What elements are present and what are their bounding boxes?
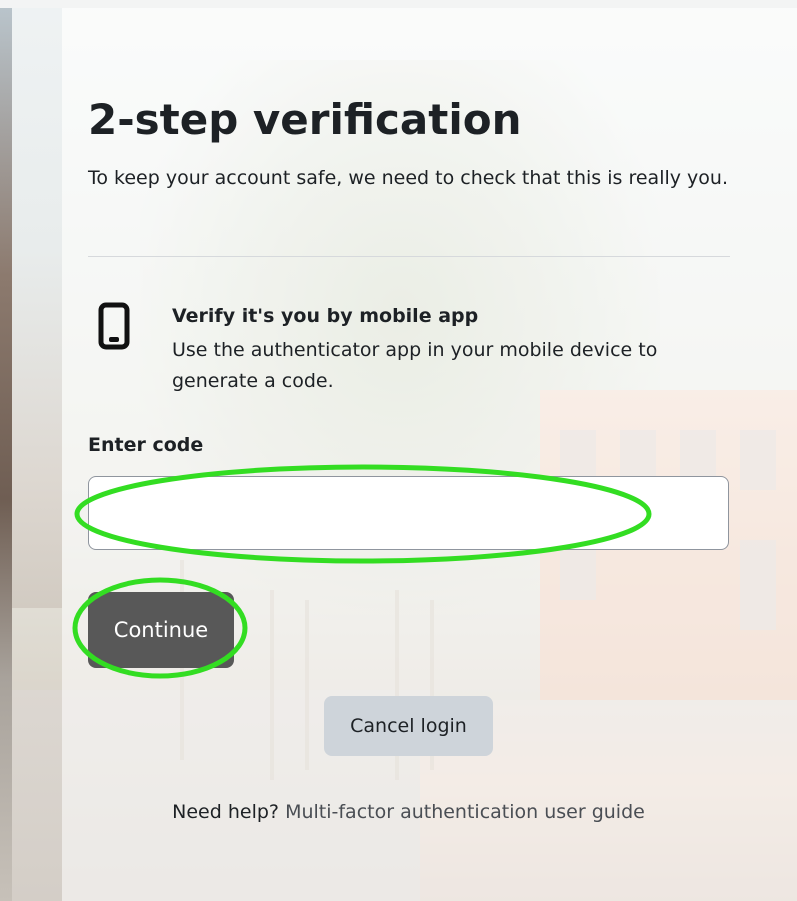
continue-button[interactable]: Continue [88,592,234,668]
code-label: Enter code [88,434,204,456]
divider [88,256,730,257]
help-prefix: Need help? [172,801,280,823]
left-edge-strip [0,8,12,901]
help-line: Need help? Multi-factor authentication u… [0,798,797,826]
cancel-login-button[interactable]: Cancel login [324,696,493,756]
user-guide-link[interactable]: Multi-factor authentication user guide [285,801,645,823]
page-title: 2-step verification [88,95,522,144]
method-description: Use the authenticator app in your mobile… [172,339,658,392]
page-subtitle: To keep your account safe, we need to ch… [88,167,728,189]
mobile-phone-icon [98,302,130,350]
code-input[interactable] [88,476,729,550]
building-wall [12,8,62,608]
method-title: Verify it's you by mobile app [172,305,479,327]
top-edge [0,0,797,8]
